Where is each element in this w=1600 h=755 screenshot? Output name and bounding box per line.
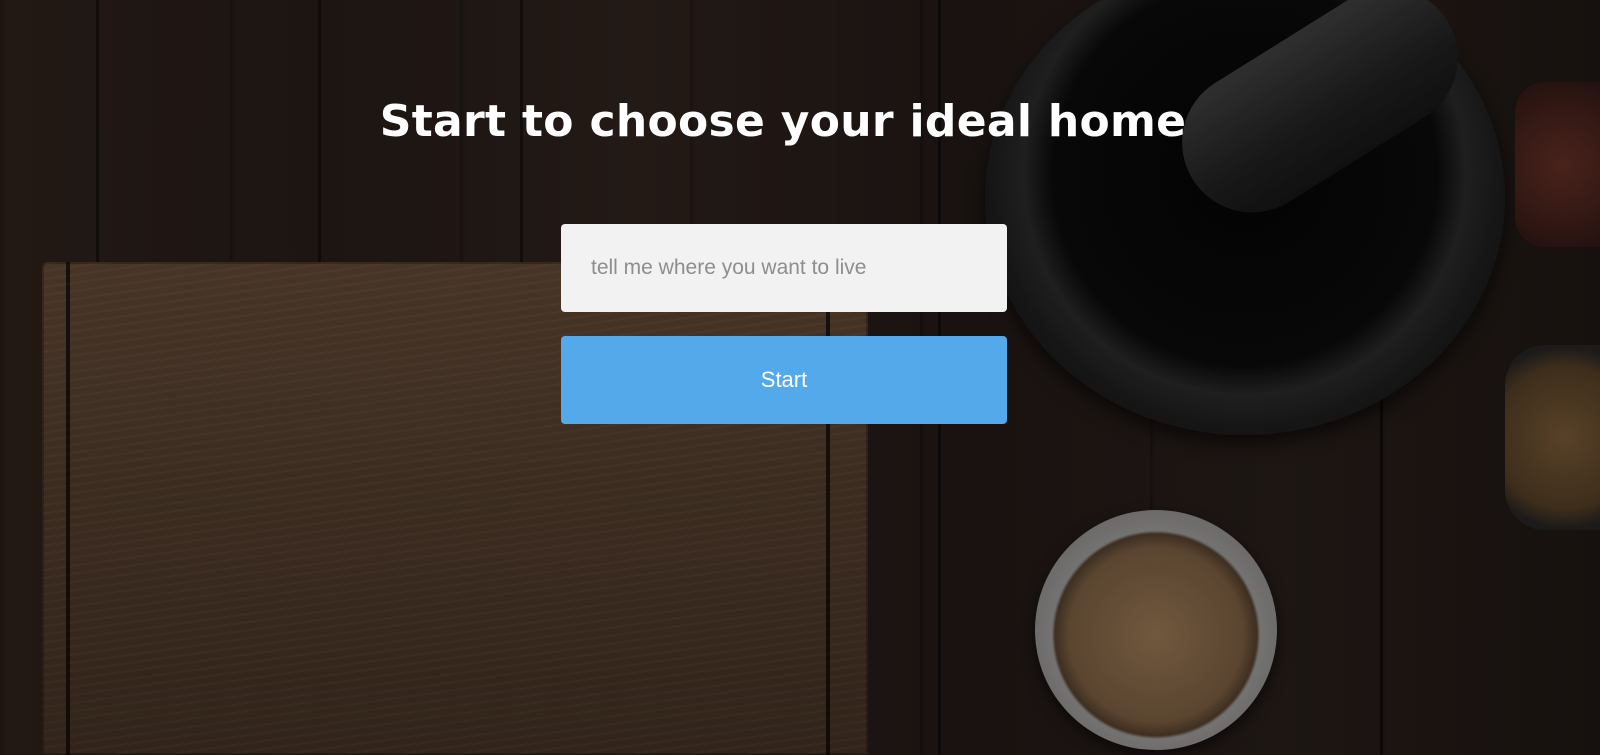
location-search-input[interactable] <box>561 224 1007 312</box>
page-title: Start to choose your ideal home <box>379 96 1187 147</box>
hero-section: Start to choose your ideal home Start <box>0 0 1600 755</box>
start-button[interactable]: Start <box>561 336 1007 424</box>
